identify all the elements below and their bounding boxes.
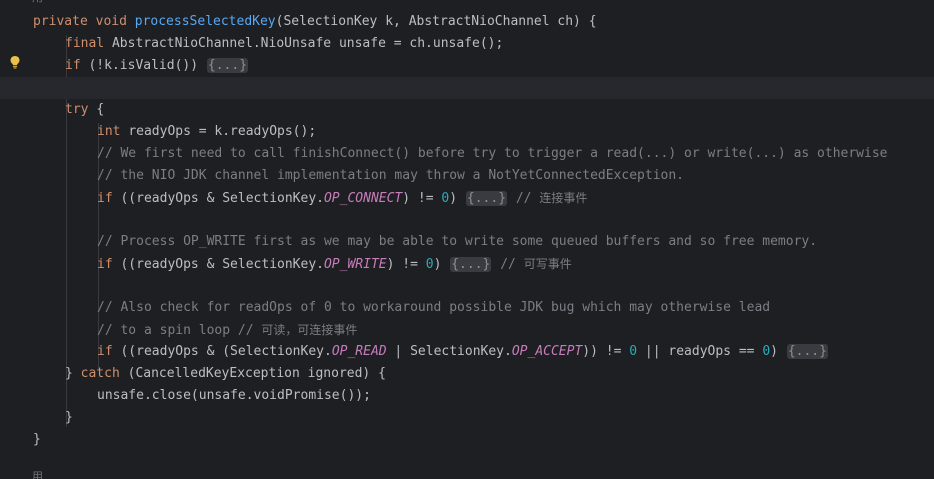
comment-text: // <box>508 191 540 206</box>
code-text: ) != <box>402 191 442 206</box>
comment-text-cjk: 连接事件 <box>539 191 588 205</box>
code-text: unsafe.close(unsafe.voidPromise()); <box>97 388 371 403</box>
method-name-token: processSelectedKey <box>134 14 276 29</box>
keyword-token: final <box>65 36 112 51</box>
code-line-8[interactable]: // the NIO JDK channel implementation ma… <box>0 165 934 187</box>
folded-region[interactable]: {...} <box>206 58 249 73</box>
folded-region[interactable]: {...} <box>786 344 828 359</box>
code-text: (CancelledKeyException ignored) { <box>127 366 386 381</box>
code-line-1[interactable]: private void processSelectedKey(Selectio… <box>0 11 934 33</box>
keyword-token: if <box>97 257 121 272</box>
code-line-2[interactable]: final AbstractNioChannel.NioUnsafe unsaf… <box>0 33 934 55</box>
code-text: AbstractNioChannel.NioUnsafe unsafe = ch… <box>111 36 504 51</box>
folded-region[interactable]: {...} <box>465 191 508 206</box>
comment-text: // to a spin loop // <box>97 323 262 338</box>
code-text: ((readyOps & (SelectionKey. <box>120 344 332 359</box>
comment-text: // the NIO JDK channel implementation ma… <box>97 168 684 183</box>
code-text: ) <box>770 344 786 359</box>
usage-hint-bottom: 用 <box>32 470 43 479</box>
comment-text: // Also check for readOps of 0 to workar… <box>97 300 771 315</box>
code-line-17[interactable]: } catch (CancelledKeyException ignored) … <box>0 363 934 385</box>
comment-text-cjk: 可读，可连接事件 <box>261 323 358 337</box>
code-line-12[interactable]: if ((readyOps & SelectionKey.OP_WRITE) !… <box>0 253 934 275</box>
code-text: ) <box>449 191 465 206</box>
code-text: (!k.isValid()) <box>88 58 206 73</box>
code-text: ) != <box>386 257 426 272</box>
code-line-14[interactable]: // Also check for readOps of 0 to workar… <box>0 297 934 319</box>
constant-token: OP_WRITE <box>323 257 387 272</box>
code-line-5[interactable]: try { <box>0 99 934 121</box>
code-editor[interactable]: 用 ˅ private void processSelectedKey(Sele… <box>0 0 934 479</box>
code-line-15[interactable]: // to a spin loop // 可读，可连接事件 <box>0 319 934 341</box>
code-text: ((readyOps & SelectionKey. <box>120 191 324 206</box>
number-token: 0 <box>629 344 638 359</box>
code-line-9[interactable]: if ((readyOps & SelectionKey.OP_CONNECT)… <box>0 187 934 209</box>
code-text: | SelectionKey. <box>386 344 512 359</box>
keyword-token: catch <box>80 366 128 381</box>
comment-text: // <box>492 257 524 272</box>
code-line-20[interactable]: } <box>0 429 934 451</box>
keyword-token: if <box>97 191 121 206</box>
code-text: { <box>96 102 105 117</box>
code-text: ) <box>433 257 450 272</box>
code-text: } <box>33 432 41 447</box>
code-text: || readyOps == <box>637 344 763 359</box>
code-line-3[interactable]: if (!k.isValid()) {...} <box>0 55 934 77</box>
number-token: 0 <box>425 257 434 272</box>
code-area[interactable]: private void processSelectedKey(Selectio… <box>0 0 934 479</box>
code-line-18[interactable]: unsafe.close(unsafe.voidPromise()); <box>0 385 934 407</box>
code-text: readyOps = k.readyOps(); <box>128 124 317 139</box>
comment-text: // Process OP_WRITE first as we may be a… <box>97 234 818 249</box>
code-line-4-current[interactable] <box>0 77 934 99</box>
constant-token: OP_READ <box>331 344 387 359</box>
code-line-7[interactable]: // We first need to call finishConnect()… <box>0 143 934 165</box>
code-text: (SelectionKey k, AbstractNioChannel ch) … <box>275 14 597 29</box>
code-line-11[interactable]: // Process OP_WRITE first as we may be a… <box>0 231 934 253</box>
code-text: } <box>65 410 73 425</box>
keyword-token: int <box>97 124 129 139</box>
code-line-19[interactable]: } <box>0 407 934 429</box>
code-text: ((readyOps & SelectionKey. <box>120 257 324 272</box>
code-line-6[interactable]: int readyOps = k.readyOps(); <box>0 121 934 143</box>
keyword-token: if <box>65 58 89 73</box>
keyword-token: private void <box>33 14 135 29</box>
comment-text: // We first need to call finishConnect()… <box>97 146 888 161</box>
constant-token: OP_CONNECT <box>323 191 403 206</box>
constant-token: OP_ACCEPT <box>511 344 583 359</box>
code-text: )) != <box>582 344 630 359</box>
number-token: 0 <box>762 344 771 359</box>
folded-region[interactable]: {...} <box>450 257 492 272</box>
code-text: } <box>65 366 81 381</box>
code-line-16[interactable]: if ((readyOps & (SelectionKey.OP_READ | … <box>0 341 934 363</box>
comment-text-cjk: 可写事件 <box>523 257 572 271</box>
keyword-token: if <box>97 344 121 359</box>
keyword-token: try <box>65 102 97 117</box>
